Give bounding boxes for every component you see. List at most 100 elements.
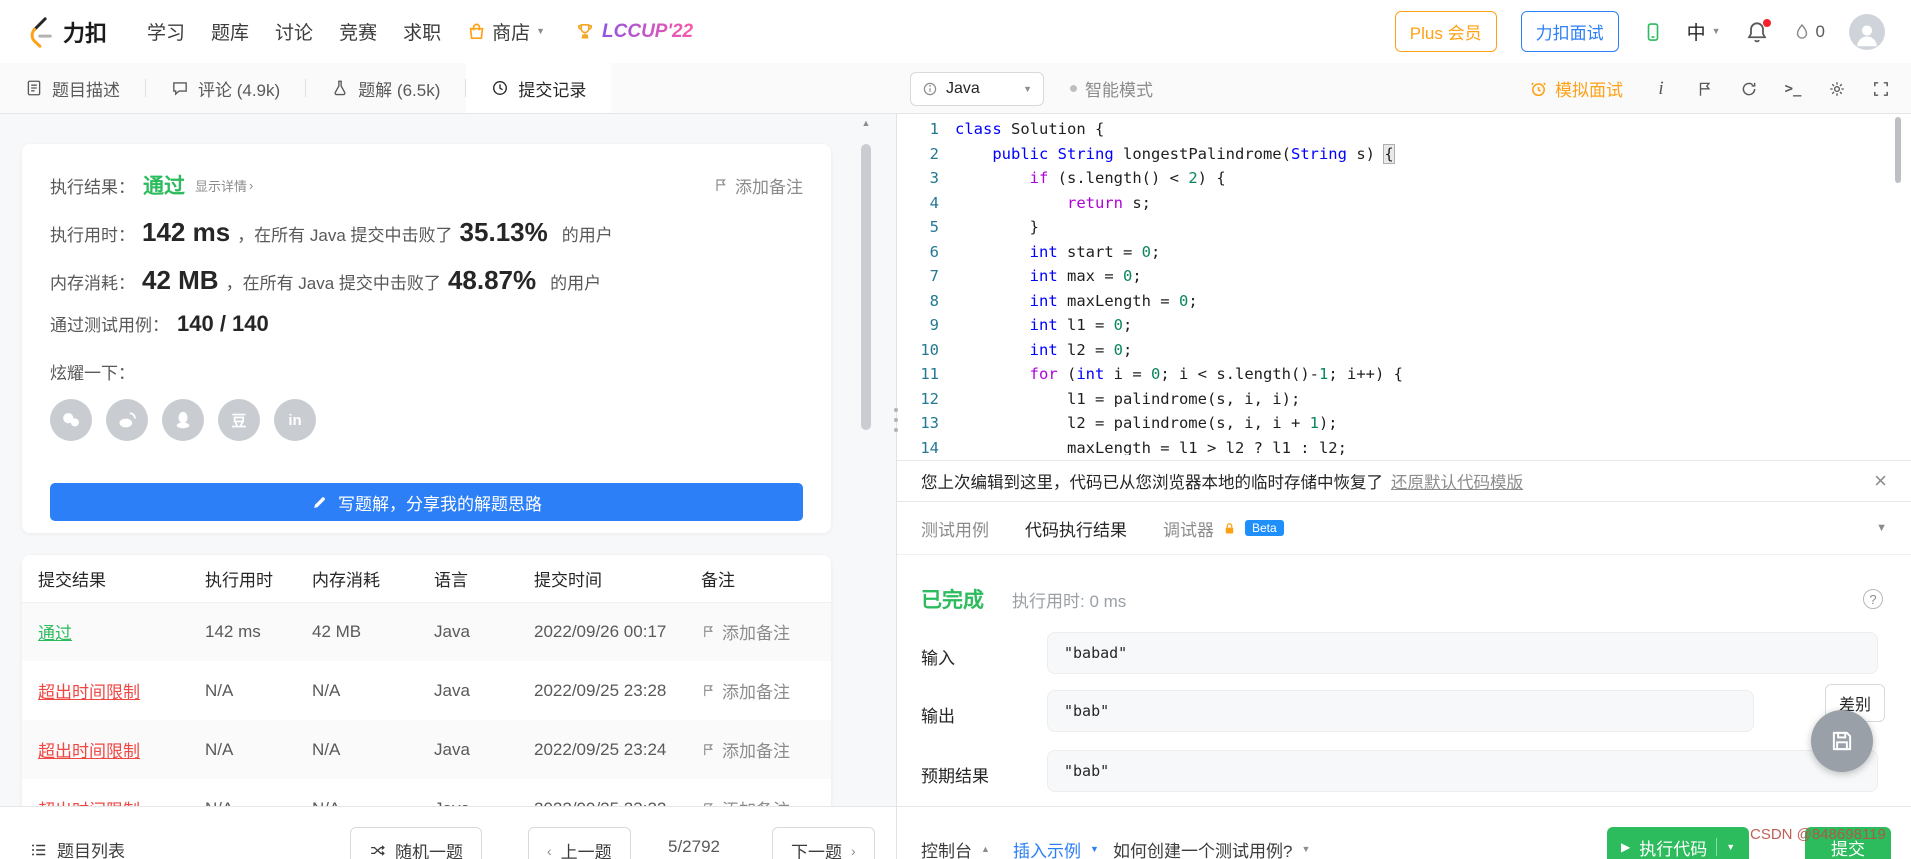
code-line[interactable]: 5 } <box>897 215 1911 240</box>
caret-down-icon: ▼ <box>1090 844 1099 854</box>
submission-result-link[interactable]: 超出时间限制 <box>38 683 140 702</box>
reset-code-icon[interactable] <box>1727 63 1771 114</box>
code-line[interactable]: 13 l2 = palindrome(s, i, i + 1); <box>897 411 1911 436</box>
output-value-box[interactable]: "bab" <box>1047 690 1754 732</box>
table-row[interactable]: 通过 142 ms 42 MB Java 2022/09/26 00:17 添加备注 <box>22 602 831 661</box>
douban-icon[interactable]: 豆 <box>218 399 260 441</box>
input-value-box[interactable]: "babad" <box>1047 632 1878 674</box>
nav-link-0[interactable]: 学习 <box>147 18 185 45</box>
column-header: 内存消耗 <box>296 555 418 603</box>
code-line[interactable]: 6 int start = 0; <box>897 240 1911 265</box>
secondary-toolbar: 题目描述 评论 (4.9k) 题解 (6.5k) 提交记录 Java ▼ 智能模… <box>0 63 1911 114</box>
nav-item-lccup[interactable]: LCCUP'22 <box>575 21 693 43</box>
code-editor[interactable]: 1 class Solution {2 public String longest… <box>897 114 1911 455</box>
write-solution-button[interactable]: 写题解，分享我的解题思路 <box>50 483 803 521</box>
help-icon[interactable]: ? <box>1863 589 1883 609</box>
leetcode-logo[interactable]: 力扣 <box>26 16 107 48</box>
daily-streak[interactable]: 0 <box>1793 21 1825 43</box>
code-line[interactable]: 9 int l1 = 0; <box>897 313 1911 338</box>
tab-testcase[interactable]: 测试用例 <box>921 516 989 541</box>
nav-item-store[interactable]: 商店 ▼ <box>467 18 545 45</box>
scrollbar-thumb[interactable] <box>861 144 871 430</box>
code-line[interactable]: 2 public String longestPalindrome(String… <box>897 142 1911 167</box>
code-line[interactable]: 1 class Solution { <box>897 117 1911 142</box>
language-switcher[interactable]: 中 ▼ <box>1687 18 1721 45</box>
add-note-button[interactable]: 添加备注 <box>701 678 790 703</box>
save-feedback-fab[interactable] <box>1811 710 1873 772</box>
linkedin-icon[interactable]: in <box>274 399 316 441</box>
table-row[interactable]: 超出时间限制 N/A N/A Java 2022/09/25 23:24 添加备注 <box>22 720 831 779</box>
nav-link-2[interactable]: 讨论 <box>275 18 313 45</box>
tab-run-result[interactable]: 代码执行结果 <box>1025 516 1127 541</box>
tab-solutions[interactable]: 题解 (6.5k) <box>306 63 465 113</box>
add-note-button[interactable]: 添加备注 <box>701 619 790 644</box>
mobile-app-icon[interactable] <box>1643 18 1663 46</box>
notifications-bell[interactable] <box>1745 18 1771 44</box>
fullscreen-icon[interactable] <box>1859 63 1903 114</box>
scroll-up-icon[interactable]: ▲ <box>858 118 874 128</box>
random-question-button[interactable]: 随机一题 <box>350 827 482 859</box>
right-pane: 1 class Solution {2 public String longest… <box>896 114 1911 859</box>
code-line[interactable]: 10 int l2 = 0; <box>897 338 1911 363</box>
tab-submissions[interactable]: 提交记录 <box>466 63 612 113</box>
tab-comments[interactable]: 评论 (4.9k) <box>146 63 305 113</box>
avatar[interactable] <box>1849 13 1885 50</box>
mock-interview-button[interactable]: 模拟面试 <box>1529 76 1623 101</box>
code-line[interactable]: 12 l1 = palindrome(s, i, i); <box>897 387 1911 412</box>
tab-description[interactable]: 题目描述 <box>0 63 145 113</box>
left-pane: 执行结果： 通过 显示详情 › 添加备注 执行用时： 142 ms ，在所有 J… <box>0 114 896 859</box>
result-status-link[interactable]: 通过 <box>143 170 185 200</box>
smart-mode-label: 智能模式 <box>1085 81 1153 100</box>
flag-report-icon[interactable] <box>1683 63 1727 114</box>
chevron-down-icon[interactable]: ▼ <box>1876 522 1887 534</box>
nav-link-3[interactable]: 竞赛 <box>339 18 377 45</box>
restore-default-template-link[interactable]: 还原默认代码模版 <box>1391 469 1523 493</box>
chevron-right-icon: › <box>249 177 254 193</box>
left-scrollbar[interactable]: ▲ ▼ <box>858 116 874 832</box>
qq-icon[interactable] <box>162 399 204 441</box>
info-icon[interactable]: i <box>1639 63 1683 114</box>
code-line[interactable]: 8 int maxLength = 0; <box>897 289 1911 314</box>
problem-list-button[interactable]: 题目列表 <box>30 837 125 859</box>
smart-mode[interactable]: 智能模式 <box>1070 63 1153 114</box>
close-icon[interactable]: × <box>1874 470 1887 492</box>
nav-link-1[interactable]: 题库 <box>211 18 249 45</box>
share-label: 炫耀一下： <box>50 364 135 383</box>
comment-icon <box>173 82 187 96</box>
code-line[interactable]: 7 int max = 0; <box>897 264 1911 289</box>
insert-example-button[interactable]: 插入示例 ▼ <box>1013 837 1099 859</box>
next-question-button[interactable]: 下一题 › <box>772 827 875 859</box>
prev-question-button[interactable]: ‹ 上一题 <box>528 827 631 859</box>
code-line[interactable]: 14 maxLength = l1 > l2 ? l1 : l2; <box>897 436 1911 456</box>
code-line[interactable]: 4 return s; <box>897 191 1911 216</box>
wechat-icon[interactable] <box>50 399 92 441</box>
nav-link-4[interactable]: 求职 <box>403 18 441 45</box>
caret-down-icon: ▼ <box>1711 26 1721 36</box>
caret-down-icon: ▼ <box>1023 83 1032 94</box>
add-note-button[interactable]: 添加备注 <box>701 737 790 762</box>
tab-debugger[interactable]: 调试器 Beta <box>1163 516 1284 541</box>
info-circle-icon <box>923 82 937 96</box>
terminal-icon[interactable]: >_ <box>1771 63 1815 114</box>
testcase-count: 140 / 140 <box>177 311 269 336</box>
console-toggle[interactable]: 控制台 ▲ <box>921 837 990 859</box>
table-header-row: 提交结果 执行用时 内存消耗 语言 提交时间 备注 <box>22 555 831 603</box>
expected-value-box[interactable]: "bab" <box>1047 750 1878 792</box>
submission-result-link[interactable]: 超出时间限制 <box>38 742 140 761</box>
howto-testcase-link[interactable]: 如何创建一个测试用例? ▼ <box>1113 837 1310 859</box>
code-line[interactable]: 3 if (s.length() < 2) { <box>897 166 1911 191</box>
gear-icon[interactable] <box>1815 63 1859 114</box>
pane-resize-handle[interactable] <box>891 402 901 438</box>
plus-member-button[interactable]: Plus 会员 <box>1394 11 1497 52</box>
add-note-button[interactable]: 添加备注 <box>713 173 803 198</box>
run-code-button[interactable]: ▶ 执行代码 ▼ <box>1607 827 1750 859</box>
submission-result-link[interactable]: 通过 <box>38 624 72 643</box>
language-select[interactable]: Java ▼ <box>910 72 1044 106</box>
weibo-icon[interactable] <box>106 399 148 441</box>
table-row[interactable]: 超出时间限制 N/A N/A Java 2022/09/25 23:28 添加备注 <box>22 661 831 720</box>
column-header: 执行用时 <box>189 555 296 603</box>
editor-scrollbar-thumb[interactable] <box>1895 117 1901 183</box>
show-details-link[interactable]: 显示详情 › <box>195 176 253 195</box>
code-line[interactable]: 11 for (int i = 0; i < s.length()-1; i++… <box>897 362 1911 387</box>
leetcode-interview-button[interactable]: 力扣面试 <box>1520 11 1619 52</box>
